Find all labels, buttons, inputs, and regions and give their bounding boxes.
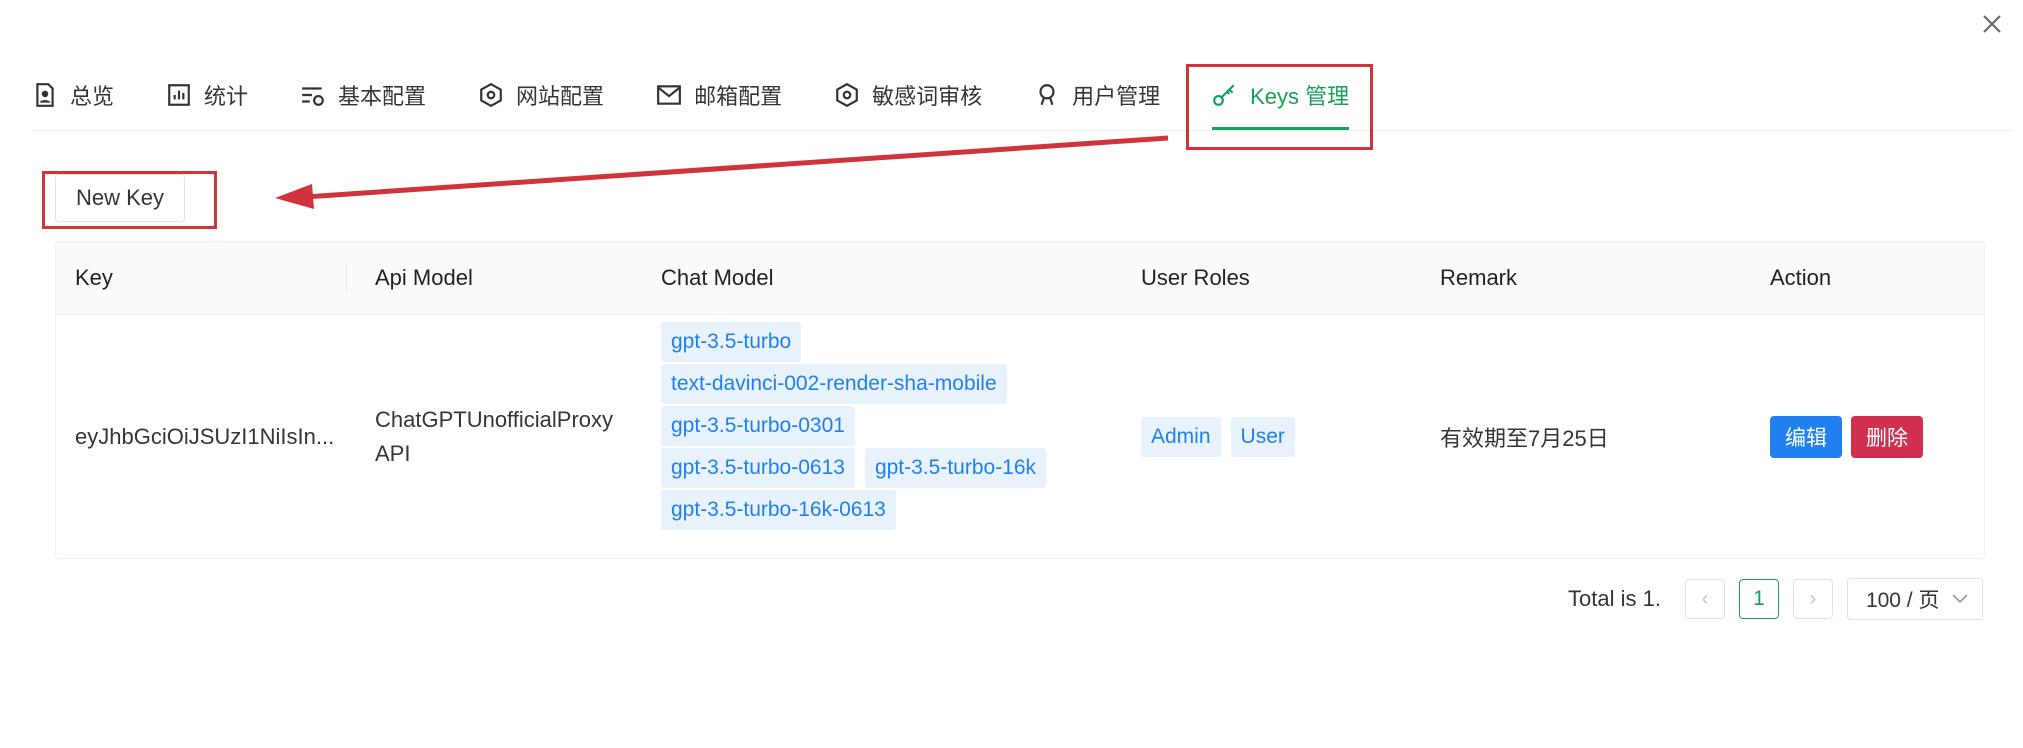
tab-keys-management[interactable]: Keys 管理 — [1212, 60, 1350, 130]
tab-mail-config[interactable]: 邮箱配置 — [656, 60, 782, 130]
chevron-down-icon — [1952, 594, 1968, 604]
chat-model-tag: gpt-3.5-turbo-16k — [864, 448, 1047, 488]
action-cell: 编辑 删除 — [1770, 315, 1923, 558]
column-header-action: Action — [1770, 265, 1832, 290]
api-model-cell: ChatGPTUnofficialProxy API — [375, 407, 614, 466]
tab-user-management[interactable]: 用户管理 — [1034, 60, 1160, 130]
chat-model-tag: text-davinci-002-render-sha-mobile — [661, 364, 1007, 404]
chat-model-cell: gpt-3.5-turbo text-davinci-002-render-sh… — [661, 322, 1131, 532]
close-button[interactable] — [1978, 10, 2006, 38]
column-header-remark: Remark — [1440, 265, 1518, 290]
next-page-button[interactable]: › — [1792, 579, 1833, 619]
chat-model-tag: gpt-3.5-turbo-16k-0613 — [661, 490, 896, 530]
tab-label: 用户管理 — [1072, 84, 1161, 109]
delete-button[interactable]: 删除 — [1851, 416, 1923, 458]
tab-label: 网站配置 — [516, 84, 605, 109]
tab-statistics[interactable]: 统计 — [166, 60, 248, 130]
chevron-right-icon: › — [1809, 587, 1817, 610]
tab-basic-config[interactable]: 基本配置 — [300, 60, 426, 130]
edit-button[interactable]: 编辑 — [1770, 416, 1842, 458]
tab-overview[interactable]: 总览 — [32, 60, 114, 130]
tab-label: 总览 — [70, 84, 115, 109]
tab-site-config[interactable]: 网站配置 — [478, 60, 604, 130]
new-key-label: New Key — [75, 185, 165, 210]
bar-chart-icon — [168, 84, 190, 106]
column-divider — [346, 264, 347, 292]
chat-model-tag: gpt-3.5-turbo-0301 — [661, 406, 855, 446]
tab-label: 敏感词审核 — [872, 84, 983, 109]
tab-label: 统计 — [204, 84, 249, 109]
table-header: Key Api Model Chat Model User Roles Rema… — [56, 242, 1984, 315]
mail-icon — [657, 85, 681, 105]
page-number: 1 — [1753, 587, 1765, 610]
user-roles-cell: Admin User — [1141, 315, 1295, 558]
chat-model-tag: gpt-3.5-turbo — [661, 322, 802, 362]
close-icon — [1983, 15, 2001, 33]
column-header-api-model: Api Model — [375, 265, 473, 290]
file-user-icon — [36, 83, 54, 107]
page-button-1[interactable]: 1 — [1738, 579, 1779, 619]
settings-tabs: 总览 统计 基本配置 网站配置 邮箱配置 敏感词审核 用户管理 Keys 管理 — [32, 60, 2012, 131]
hexagon-settings-icon — [480, 82, 502, 108]
chat-model-tag: gpt-3.5-turbo-0613 — [661, 448, 855, 488]
page-size-select[interactable]: 100 / 页 — [1846, 578, 1983, 620]
prev-page-button[interactable]: ‹ — [1684, 579, 1725, 619]
column-header-key: Key — [75, 265, 113, 290]
hexagon-settings-icon — [836, 82, 858, 108]
key-icon — [1213, 84, 1235, 106]
chevron-left-icon: ‹ — [1701, 587, 1709, 610]
pagination: Total is 1. ‹ 1 › 100 / 页 — [1568, 578, 1983, 620]
remark-cell: 有效期至7月25日 — [1440, 426, 1609, 451]
page-size-value: 100 / 页 — [1865, 589, 1940, 612]
column-header-chat-model: Chat Model — [661, 265, 774, 290]
role-tag-user: User — [1230, 417, 1295, 457]
tab-label: 基本配置 — [338, 84, 427, 109]
user-icon — [1039, 84, 1055, 106]
tab-label: 邮箱配置 — [694, 84, 783, 109]
table-row: eyJhbGciOiJSUzI1NiIsIn... ChatGPTUnoffic… — [56, 315, 1984, 558]
tab-label: Keys 管理 — [1250, 84, 1350, 109]
settings-list-icon — [302, 87, 324, 106]
new-key-button[interactable]: New Key — [55, 174, 185, 222]
tab-sensitive-words[interactable]: 敏感词审核 — [834, 60, 982, 130]
total-count: Total is 1. — [1568, 586, 1661, 611]
key-cell: eyJhbGciOiJSUzI1NiIsIn... — [75, 424, 335, 449]
column-header-user-roles: User Roles — [1141, 265, 1250, 290]
keys-table: Key Api Model Chat Model User Roles Rema… — [55, 241, 1985, 559]
role-tag-admin: Admin — [1141, 417, 1221, 457]
